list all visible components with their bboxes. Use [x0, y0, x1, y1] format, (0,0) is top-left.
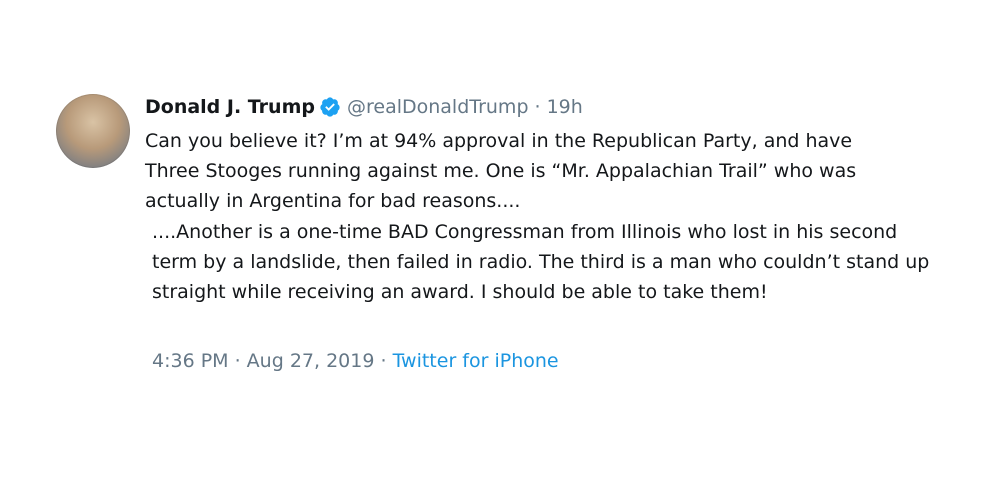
- relative-time[interactable]: 19h: [547, 96, 583, 118]
- tweet-header: Donald J. Trump @realDonaldTrump · 19h: [145, 94, 925, 120]
- tweet-timestamp[interactable]: 4:36 PM · Aug 27, 2019: [152, 350, 374, 372]
- footer-separator: ·: [380, 350, 387, 372]
- tweet-source-link[interactable]: Twitter for iPhone: [393, 350, 559, 372]
- header-separator: ·: [534, 96, 541, 118]
- tweet-main: Donald J. Trump @realDonaldTrump · 19h C…: [145, 94, 925, 216]
- tweet-footer: 4:36 PM · Aug 27, 2019 · Twitter for iPh…: [152, 350, 559, 372]
- avatar[interactable]: [56, 94, 130, 168]
- verified-badge-icon: [319, 96, 341, 118]
- tweet-text-part1: Can you believe it? I’m at 94% approval …: [145, 130, 857, 212]
- tweet-text-part2: ....Another is a one-time BAD Congressma…: [152, 221, 930, 303]
- author-name[interactable]: Donald J. Trump: [145, 96, 315, 118]
- avatar-ring: [56, 94, 130, 168]
- author-handle[interactable]: @realDonaldTrump: [347, 96, 529, 118]
